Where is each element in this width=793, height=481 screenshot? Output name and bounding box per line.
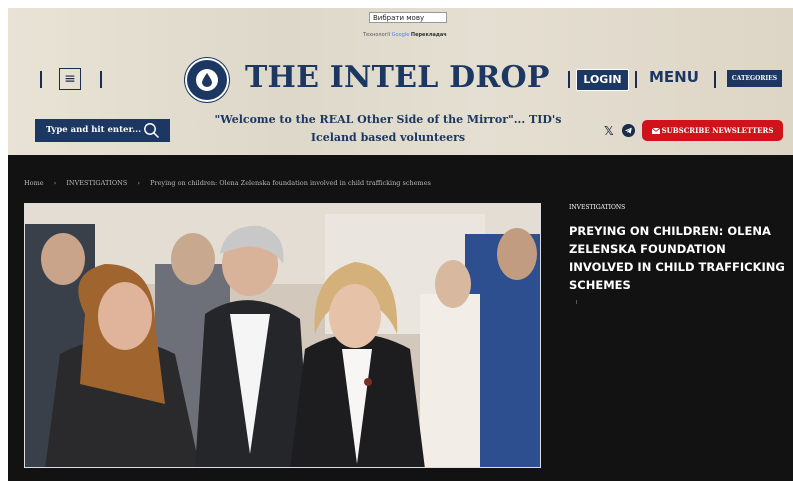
hamburger-icon: ≡ (64, 71, 76, 87)
site-logo-seal[interactable] (185, 58, 229, 102)
welcome-tagline: "Welcome to the REAL Other Side of the M… (214, 113, 562, 144)
header-divider (100, 71, 102, 88)
subscribe-newsletters-button[interactable]: SUBSCRIBE NEWSLETTERS (642, 120, 783, 141)
article-category[interactable]: INVESTIGATIONS (569, 204, 625, 211)
search-icon[interactable] (143, 122, 160, 139)
header-divider (568, 71, 570, 88)
google-logo-text: Google (391, 32, 410, 38)
language-select[interactable]: Вибрати мову (369, 12, 447, 23)
search-input[interactable]: Type and hit enter... (46, 125, 141, 135)
site-header: Вибрати мову Технології Google Переклада… (8, 8, 793, 155)
translate-service-name: Перекладач (410, 32, 447, 38)
menu-link[interactable]: MENU (649, 68, 699, 86)
telegram-icon[interactable] (622, 124, 635, 137)
featured-image[interactable] (24, 203, 541, 468)
breadcrumb-current: Preying on children: Olena Zelenska foun… (150, 179, 431, 187)
powered-prefix: Технології (363, 32, 391, 38)
categories-button[interactable]: CATEGORIES (727, 70, 782, 87)
article-hero: Home › INVESTIGATIONS › Preying on child… (8, 155, 793, 481)
login-button[interactable]: LOGIN (576, 69, 629, 91)
header-divider (40, 71, 42, 88)
breadcrumb-section[interactable]: INVESTIGATIONS (66, 179, 127, 187)
breadcrumb-home[interactable]: Home (24, 179, 44, 187)
featured-photo (25, 204, 540, 467)
site-title[interactable]: THE INTEL DROP (245, 60, 550, 95)
water-drop-icon (196, 69, 218, 91)
envelope-icon (651, 127, 660, 134)
header-divider (635, 71, 637, 88)
title-underline-marker (576, 300, 577, 304)
hamburger-menu-button[interactable]: ≡ (59, 68, 81, 90)
breadcrumb-separator: › (137, 179, 141, 187)
article-title: PREYING ON CHILDREN: OLENA ZELENSKA FOUN… (569, 224, 785, 292)
x-twitter-icon[interactable]: 𝕏 (604, 124, 614, 138)
subscribe-label: SUBSCRIBE NEWSLETTERS (661, 126, 774, 135)
breadcrumb-separator: › (53, 179, 57, 187)
header-divider (714, 71, 716, 88)
breadcrumb: Home › INVESTIGATIONS › Preying on child… (24, 179, 431, 187)
search-box[interactable]: Type and hit enter... (35, 119, 170, 142)
google-translate-credit[interactable]: Технології Google Перекладач (363, 32, 447, 38)
